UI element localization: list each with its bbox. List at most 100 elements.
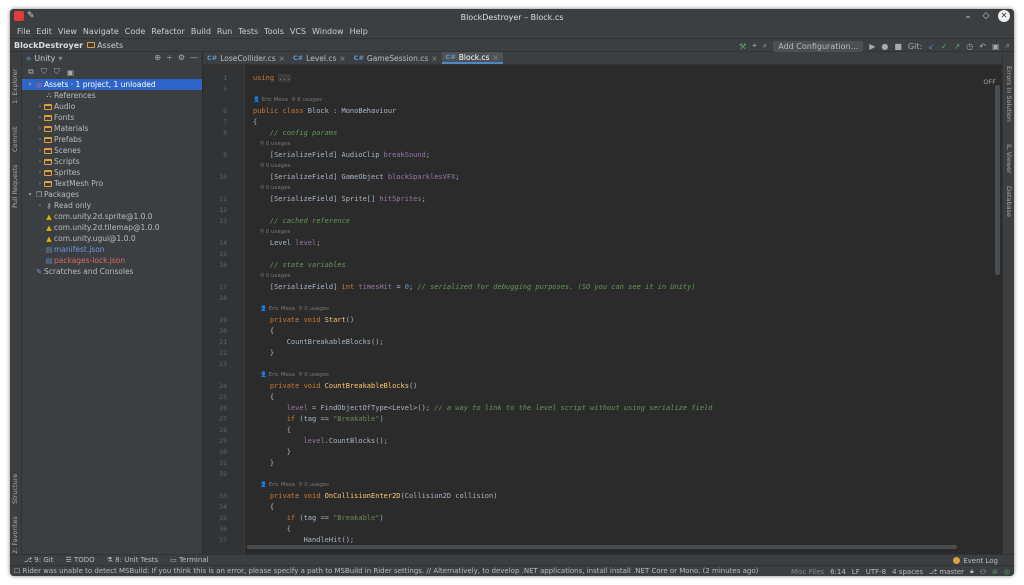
tree-item[interactable]: › Materials	[22, 123, 202, 134]
filter-icon[interactable]: ⛉	[41, 67, 47, 77]
status-encoding[interactable]: UTF-8	[866, 568, 886, 576]
code-line[interactable]: 9 [SerializeField] AudioClip breakSound;	[203, 150, 1002, 161]
code-line[interactable]: 30 }	[203, 447, 1002, 458]
tool-tab-pull-requests[interactable]: Pull Requests	[11, 158, 21, 208]
tree-item[interactable]: › Scenes	[22, 145, 202, 156]
tool-tab-explorer[interactable]: 1: Explorer	[11, 60, 21, 104]
scope-icon[interactable]: ⧉	[28, 67, 34, 77]
code-vision-hint[interactable]: ⚲ 0 usages	[203, 183, 1002, 194]
breadcrumb-project[interactable]: BlockDestroyer	[10, 41, 87, 50]
build-hammer-icon[interactable]: ⚒	[739, 42, 746, 51]
status-indent[interactable]: 4 spaces	[892, 568, 923, 576]
code-line[interactable]: 10 [SerializeField] GameObject blockSpar…	[203, 172, 1002, 183]
menu-tools[interactable]: Tools	[261, 27, 287, 36]
code-line[interactable]: 15	[203, 249, 1002, 260]
tree-item[interactable]: › ⚷ Read only	[22, 200, 202, 211]
close-tab-icon[interactable]: ×	[492, 53, 498, 62]
menu-window[interactable]: Window	[309, 27, 347, 36]
code-vision-hint[interactable]: 👤 Eric Mesa ⚲ 0 usages	[203, 480, 1002, 491]
editor-tab[interactable]: C# Block.cs ×	[441, 52, 503, 64]
code-line[interactable]: 32	[203, 469, 1002, 480]
tool-tab-il-viewer[interactable]: IL Viewer	[1003, 144, 1013, 178]
tree-item[interactable]: ▤ packages-lock.json	[22, 255, 202, 266]
code-line[interactable]: 8 // config params	[203, 128, 1002, 139]
tree-item[interactable]: ✎ Scratches and Consoles	[22, 266, 202, 277]
code-line[interactable]: 18	[203, 293, 1002, 304]
tree-item[interactable]: ▲ com.unity.ugui@1.0.0	[22, 233, 202, 244]
tree-item[interactable]: ▾ ◎ Assets · 1 project, 1 unloaded	[22, 79, 202, 90]
code-line[interactable]: 5	[203, 84, 1002, 95]
tool-unit-tests[interactable]: ⚗ 8: Unit Tests	[107, 556, 158, 564]
expand-arrow-icon[interactable]: ▾	[26, 81, 34, 88]
expand-arrow-icon[interactable]: ›	[36, 114, 44, 121]
status-line-separator[interactable]: LF	[852, 568, 860, 576]
debug-icon[interactable]: ●	[881, 42, 888, 51]
menu-help[interactable]: Help	[347, 27, 371, 36]
tree-item[interactable]: › Audio	[22, 101, 202, 112]
code-line[interactable]: 25 {	[203, 392, 1002, 403]
code-line[interactable]: 17 [SerializeField] int timesHit = 0; //…	[203, 282, 1002, 293]
lock-icon[interactable]: 🔒︎	[970, 567, 974, 576]
code-line[interactable]: 28 {	[203, 425, 1002, 436]
chevron-down-icon[interactable]: ▾	[58, 54, 62, 63]
maximize-icon[interactable]: ◇	[980, 10, 992, 22]
code-line[interactable]: 29 level.CountBlocks();	[203, 436, 1002, 447]
editor-tab[interactable]: C# Level.cs ×	[289, 52, 350, 64]
add-configuration-button[interactable]: Add Configuration...	[773, 40, 864, 52]
tree-item[interactable]: ⛬ References	[22, 90, 202, 101]
run-icon[interactable]: ▶	[869, 42, 875, 51]
git-push-icon[interactable]: ↗	[954, 42, 961, 51]
project-panel-title[interactable]: Unity	[34, 54, 55, 63]
menu-vcs[interactable]: VCS	[287, 27, 309, 36]
locate-icon[interactable]: ⊕	[154, 53, 161, 62]
code-line[interactable]: 16 // state variables	[203, 260, 1002, 271]
code-vision-hint[interactable]: ⚲ 0 usages	[203, 227, 1002, 238]
expand-arrow-icon[interactable]: ›	[36, 103, 44, 110]
expand-arrow-icon[interactable]: ›	[36, 169, 44, 176]
code-line[interactable]: 7{	[203, 117, 1002, 128]
close-tab-icon[interactable]: ×	[431, 54, 437, 63]
status-caret-position[interactable]: 6:14	[830, 568, 846, 576]
menu-view[interactable]: View	[55, 27, 80, 36]
git-commit-icon[interactable]: ✓	[941, 42, 948, 51]
code-vision-hint[interactable]: 👤 Eric Mesa ⚲ 0 usages	[203, 304, 1002, 315]
close-tab-icon[interactable]: ×	[339, 54, 345, 63]
menu-refactor[interactable]: Refactor	[148, 27, 188, 36]
code-line[interactable]: 19 private void Start()	[203, 315, 1002, 326]
history-icon[interactable]: ◷	[966, 42, 973, 51]
git-status-icon[interactable]: ◎	[1004, 568, 1010, 576]
code-line[interactable]: 34 {	[203, 502, 1002, 513]
code-line[interactable]: 13 // cached reference	[203, 216, 1002, 227]
status-message[interactable]: Rider was unable to detect MSBuild: If y…	[23, 567, 759, 575]
code-vision-hint[interactable]: 👤 Eric Mesa ⚲ 0 usages	[203, 370, 1002, 381]
breadcrumb-folder[interactable]: Assets	[87, 41, 123, 50]
ok-status-icon[interactable]: ⊘	[992, 568, 998, 576]
menu-edit[interactable]: Edit	[33, 27, 55, 36]
menu-file[interactable]: File	[14, 27, 33, 36]
status-misc-files[interactable]: Misc Files	[791, 568, 824, 576]
code-line[interactable]: 1 using ...	[203, 73, 1002, 84]
code-line[interactable]: 22 }	[203, 348, 1002, 359]
close-icon[interactable]: ✕	[998, 10, 1010, 22]
tool-tab-commit[interactable]: Commit	[11, 122, 21, 152]
tree-item[interactable]: ▾ ❒ Packages	[22, 189, 202, 200]
tree-item[interactable]: › Scripts	[22, 156, 202, 167]
code-line[interactable]: 27 if (tag == "Breakable")	[203, 414, 1002, 425]
code-line[interactable]: 24 private void CountBreakableBlocks()	[203, 381, 1002, 392]
tool-todo[interactable]: ☰ TODO	[65, 556, 94, 564]
tree-item[interactable]: ▲ com.unity.2d.tilemap@1.0.0	[22, 222, 202, 233]
tree-item[interactable]: › Sprites	[22, 167, 202, 178]
expand-arrow-icon[interactable]: ›	[36, 158, 44, 165]
menu-navigate[interactable]: Navigate	[80, 27, 122, 36]
code-line[interactable]: 31 }	[203, 458, 1002, 469]
code-vision-hint[interactable]: ⚲ 0 usages	[203, 161, 1002, 172]
tool-tab-favorites[interactable]: 2: Favorites	[11, 514, 21, 554]
code-line[interactable]: 12	[203, 205, 1002, 216]
code-line[interactable]: 36 {	[203, 524, 1002, 535]
search-everywhere-icon[interactable]: ⌕	[1006, 41, 1010, 51]
tool-terminal[interactable]: ▭ Terminal	[170, 556, 208, 564]
menu-run[interactable]: Run	[214, 27, 235, 36]
tool-tab-structure[interactable]: Structure	[11, 464, 21, 504]
rollback-icon[interactable]: ↶	[979, 42, 986, 51]
expand-arrow-icon[interactable]: ›	[36, 180, 44, 187]
